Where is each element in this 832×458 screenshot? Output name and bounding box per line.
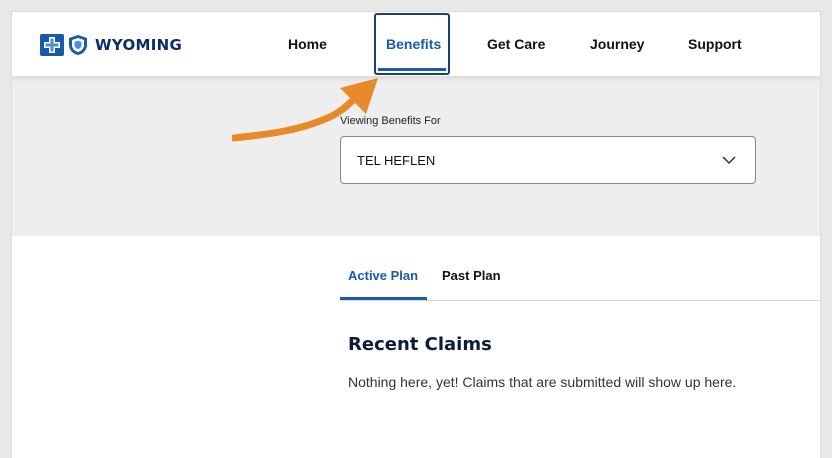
cross-logo-icon bbox=[40, 34, 64, 56]
app-window: WYOMING Home Benefits Get Care Journey S… bbox=[12, 12, 820, 458]
nav-journey[interactable]: Journey bbox=[590, 36, 644, 52]
annotation-arrow-icon bbox=[232, 78, 378, 142]
nav-home[interactable]: Home bbox=[288, 36, 327, 52]
claims-empty-message: Nothing here, yet! Claims that are submi… bbox=[348, 374, 737, 390]
tabs-divider bbox=[340, 300, 820, 301]
member-select[interactable]: TEL HEFLEN bbox=[340, 136, 756, 184]
top-navigation-bar: WYOMING Home Benefits Get Care Journey S… bbox=[12, 12, 820, 76]
brand-logo[interactable]: WYOMING bbox=[40, 34, 182, 56]
recent-claims-heading: Recent Claims bbox=[348, 334, 492, 355]
chevron-down-icon bbox=[722, 156, 736, 165]
nav-get-care[interactable]: Get Care bbox=[487, 36, 545, 52]
tab-past-plan[interactable]: Past Plan bbox=[442, 268, 501, 283]
brand-name: WYOMING bbox=[95, 36, 183, 54]
tab-active-plan[interactable]: Active Plan bbox=[348, 268, 418, 283]
nav-support[interactable]: Support bbox=[688, 36, 742, 52]
nav-active-underline bbox=[378, 68, 446, 71]
shield-logo-icon bbox=[69, 35, 87, 55]
nav-benefits[interactable]: Benefits bbox=[386, 36, 441, 52]
